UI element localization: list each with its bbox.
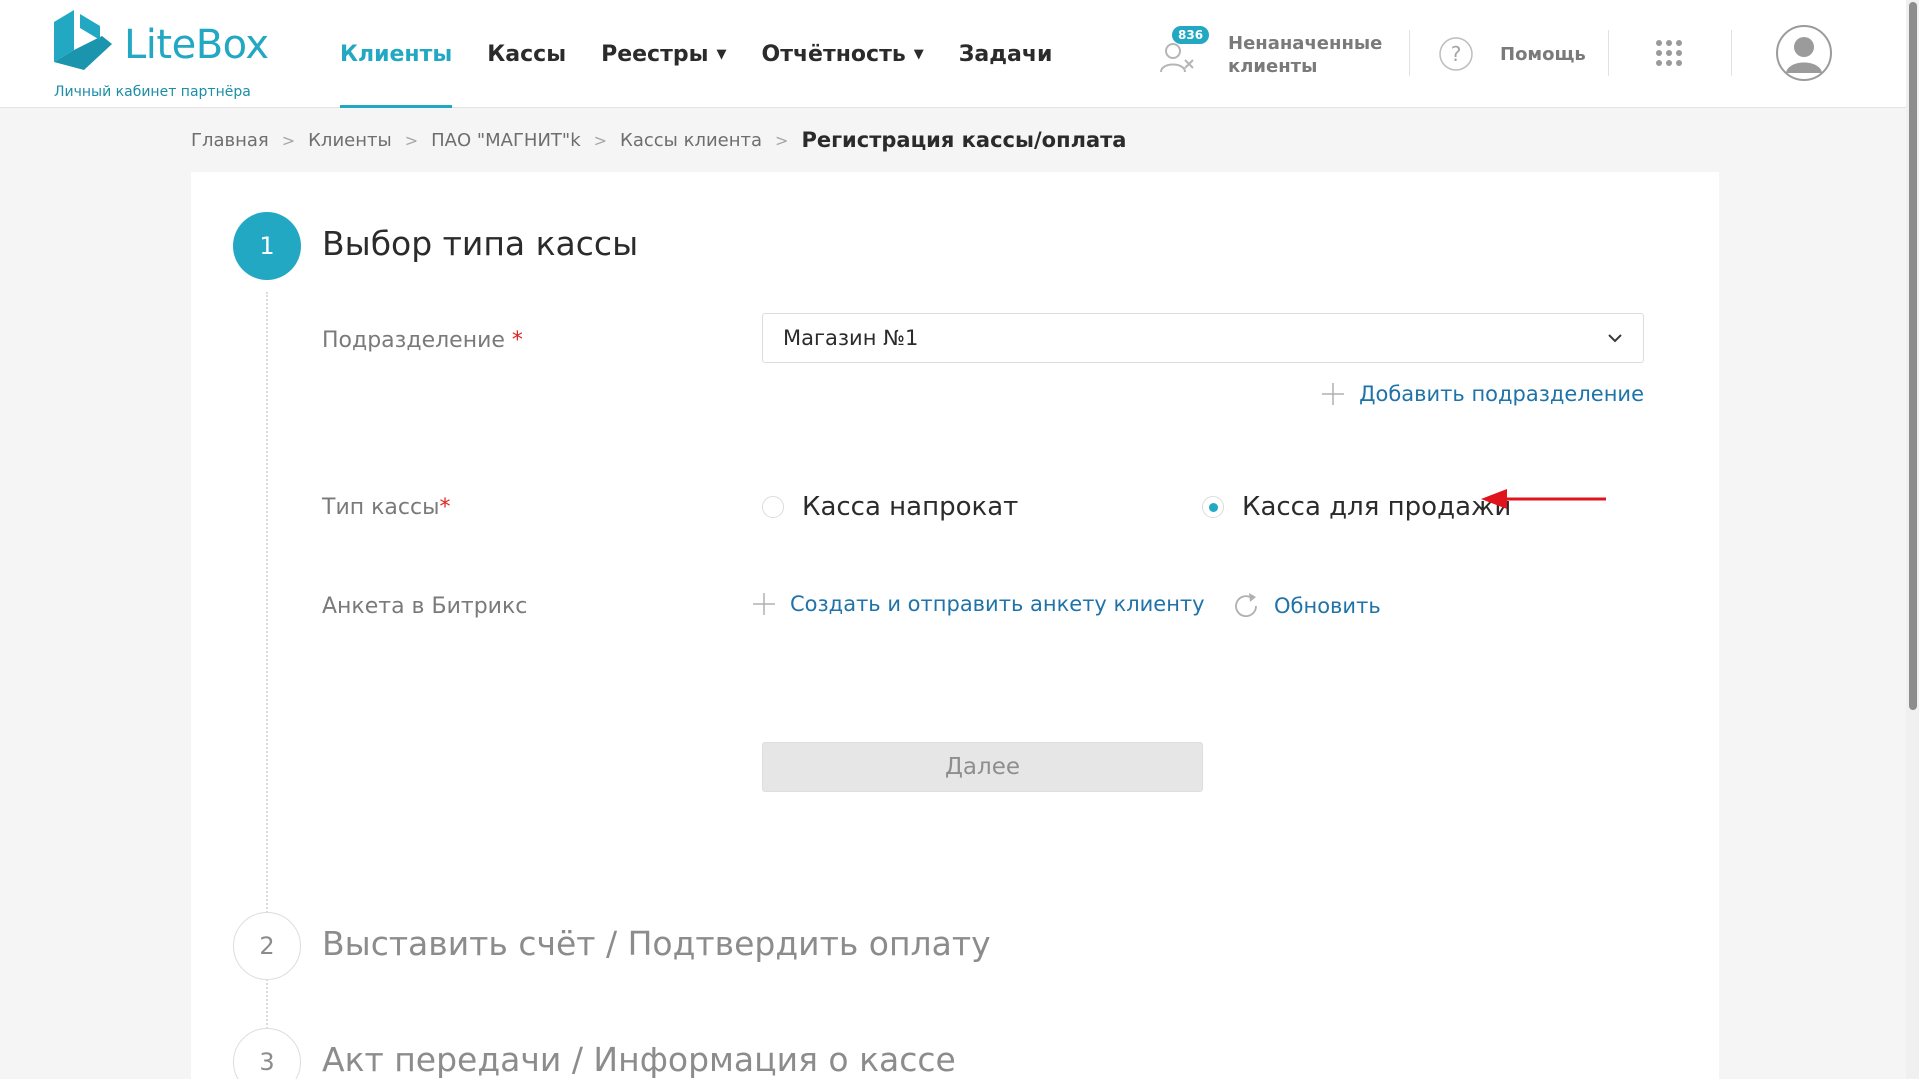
add-division-label: Добавить подразделение bbox=[1359, 382, 1644, 406]
unassigned-count-badge: 836 bbox=[1172, 26, 1210, 44]
next-button[interactable]: Далее bbox=[762, 742, 1203, 792]
division-select[interactable]: Магазин №1 bbox=[762, 313, 1644, 363]
step-2-number: 2 bbox=[233, 912, 301, 980]
radio-rent-circle[interactable] bbox=[762, 496, 784, 518]
refresh-link[interactable]: Обновить bbox=[1232, 592, 1381, 620]
step-3-title: Акт передачи / Информация о кассе bbox=[322, 1040, 956, 1079]
step-3-number: 3 bbox=[233, 1028, 301, 1079]
header-divider bbox=[1608, 30, 1609, 76]
radio-sale-circle[interactable] bbox=[1202, 496, 1224, 518]
breadcrumb-clients[interactable]: Клиенты bbox=[308, 130, 392, 151]
nav-registries-label: Реестры bbox=[601, 41, 709, 67]
caret-down-icon: ▼ bbox=[913, 46, 924, 62]
nav-reports-label: Отчётность bbox=[761, 41, 906, 67]
unassigned-clients-link[interactable]: 836 Ненаначенные клиенты bbox=[1158, 24, 1388, 84]
red-arrow-annotation bbox=[1481, 489, 1606, 509]
cash-type-label-text: Тип кассы bbox=[322, 495, 440, 520]
registration-card: 1 Выбор типа кассы Подразделение * Магаз… bbox=[191, 172, 1719, 1079]
division-label-text: Подразделение bbox=[322, 328, 505, 353]
step-2-title: Выставить счёт / Подтвердить оплату bbox=[322, 924, 991, 963]
nav-clients[interactable]: Клиенты bbox=[340, 0, 453, 108]
radio-sale-label: Касса для продажи bbox=[1242, 492, 1512, 522]
cash-type-label: Тип кассы* bbox=[322, 495, 450, 520]
grid-icon[interactable] bbox=[1654, 38, 1684, 68]
division-select-value: Магазин №1 bbox=[783, 326, 919, 350]
division-label: Подразделение * bbox=[322, 328, 523, 353]
help-label: Помощь bbox=[1500, 43, 1586, 65]
breadcrumb-client-registers[interactable]: Кассы клиента bbox=[620, 130, 762, 151]
logo-subtitle: Личный кабинет партнёра bbox=[54, 84, 251, 100]
caret-down-icon: ▼ bbox=[716, 46, 727, 62]
create-send-form-link[interactable]: Создать и отправить анкету клиенту bbox=[752, 592, 1205, 616]
svg-text:?: ? bbox=[1451, 42, 1462, 66]
logo-text: LiteBox bbox=[124, 22, 269, 68]
radio-sale[interactable]: Касса для продажи bbox=[1202, 492, 1511, 522]
nav-cash-registers-label: Кассы bbox=[487, 41, 567, 67]
step-1-number: 1 bbox=[233, 212, 301, 280]
breadcrumb: Главная > Клиенты > ПАО "МАГНИТ"k > Касс… bbox=[191, 128, 1126, 152]
litebox-logo[interactable]: LiteBox Личный кабинет партнёра bbox=[54, 10, 269, 100]
radio-rent-label: Касса напрокат bbox=[802, 492, 1019, 522]
breadcrumb-current: Регистрация кассы/оплата bbox=[801, 128, 1127, 152]
top-header: LiteBox Личный кабинет партнёра Клиенты … bbox=[0, 0, 1919, 108]
refresh-label: Обновить bbox=[1274, 594, 1381, 618]
main-nav: Клиенты Кассы Реестры ▼ Отчётность ▼ Задач… bbox=[340, 0, 1087, 108]
chevron-right-icon: > bbox=[281, 130, 296, 150]
required-mark: * bbox=[439, 495, 451, 520]
nav-cash-registers[interactable]: Кассы bbox=[487, 0, 566, 108]
question-circle-icon: ? bbox=[1439, 37, 1473, 71]
required-mark: * bbox=[511, 328, 523, 353]
nav-tasks-label: Задачи bbox=[958, 41, 1053, 67]
nav-clients-label: Клиенты bbox=[340, 41, 453, 67]
plus-icon bbox=[753, 593, 775, 615]
radio-rent[interactable]: Касса напрокат bbox=[762, 492, 1018, 522]
litebox-logo-icon bbox=[54, 10, 112, 70]
plus-icon bbox=[1322, 383, 1345, 405]
chevron-down-icon bbox=[1608, 334, 1622, 343]
page-scrollbar[interactable] bbox=[1906, 0, 1919, 1079]
header-divider bbox=[1731, 30, 1732, 76]
chevron-right-icon: > bbox=[404, 130, 419, 150]
nav-reports[interactable]: Отчётность ▼ bbox=[762, 0, 924, 108]
breadcrumb-client[interactable]: ПАО "МАГНИТ"k bbox=[431, 130, 581, 151]
add-division-link[interactable]: Добавить подразделение bbox=[1321, 382, 1644, 406]
breadcrumb-home[interactable]: Главная bbox=[191, 130, 269, 151]
chevron-right-icon: > bbox=[593, 130, 608, 150]
refresh-icon bbox=[1235, 593, 1257, 618]
user-avatar-icon[interactable] bbox=[1776, 25, 1832, 81]
step-1-title: Выбор типа кассы bbox=[322, 224, 639, 263]
create-send-form-label: Создать и отправить анкету клиенту bbox=[790, 592, 1205, 616]
scrollbar-thumb[interactable] bbox=[1909, 2, 1917, 710]
header-divider bbox=[1409, 30, 1410, 76]
nav-tasks[interactable]: Задачи bbox=[959, 0, 1053, 108]
unassigned-clients-label: Ненаначенные клиенты bbox=[1228, 33, 1383, 77]
help-link[interactable]: ? Помощь bbox=[1438, 34, 1586, 74]
chevron-right-icon: > bbox=[775, 130, 789, 150]
nav-registries[interactable]: Реестры ▼ bbox=[601, 0, 726, 108]
bitrix-label: Анкета в Битрикс bbox=[322, 594, 528, 619]
